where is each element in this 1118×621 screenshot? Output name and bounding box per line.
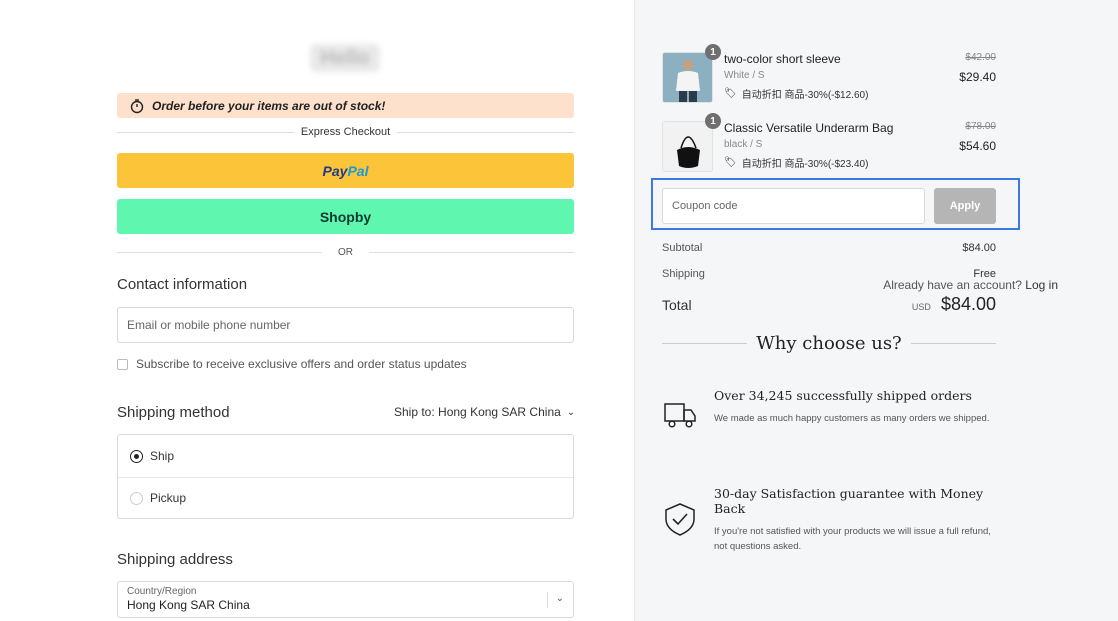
item-original-price: $78.00 (965, 121, 996, 132)
email-field[interactable]: Email or mobile phone number (117, 307, 574, 343)
item-discount-text: 自动折扣 商品-30%(-$23.40) (741, 159, 869, 170)
login-prompt: Already have an account? Log in (883, 278, 1058, 292)
or-divider: OR (117, 247, 574, 258)
item-variant: White / S (724, 70, 765, 81)
stock-warning-text: Order before your items are out of stock… (152, 98, 386, 113)
select-divider (547, 592, 548, 608)
tshirt-model-photo (662, 52, 713, 103)
item-price: $54.60 (959, 139, 996, 153)
shopby-button[interactable]: Shopby (117, 199, 574, 234)
coupon-input[interactable]: Coupon code (662, 188, 925, 224)
item-discount: 🏷 自动折扣 商品-30%(-$12.60) (724, 86, 868, 101)
shipping-address-title: Shipping address (117, 551, 233, 568)
cart-item: 1 two-color short sleeve White / S 🏷 自动折… (662, 44, 996, 104)
subscribe-row[interactable]: Subscribe to receive exclusive offers an… (117, 357, 467, 371)
country-value: Hong Kong SAR China (127, 598, 250, 612)
subscribe-label: Subscribe to receive exclusive offers an… (136, 357, 467, 371)
shipping-method-title: Shipping method (117, 404, 230, 421)
total-currency: USD (911, 302, 931, 312)
email-placeholder: Email or mobile phone number (127, 318, 291, 332)
paypal-logo-part1: Pay (322, 162, 348, 179)
total-amount: USD $84.00 (912, 294, 996, 315)
login-link[interactable]: Log in (1025, 278, 1058, 292)
feature-description: If you're not satisfied with your produc… (714, 526, 991, 552)
ship-radio[interactable] (130, 449, 143, 463)
item-discount: 🏷 自动折扣 商品-30%(-$23.40) (724, 155, 868, 170)
shopby-logo: Shopby (319, 208, 372, 225)
apply-coupon-button[interactable]: Apply (934, 188, 996, 224)
shipping-options: Ship Pickup (117, 434, 574, 519)
express-checkout-label: Express Checkout (300, 126, 391, 138)
pickup-radio[interactable] (130, 491, 143, 505)
shipping-value: Free (973, 268, 996, 280)
chevron-down-icon: ⌄ (555, 593, 564, 604)
item-price: $29.40 (959, 70, 996, 84)
quantity-badge: 1 (705, 113, 721, 129)
express-checkout-divider: Express Checkout (117, 126, 575, 138)
total-label: Total (662, 297, 692, 313)
subtotal-label: Subtotal (662, 242, 703, 254)
contact-info-title: Contact information (117, 276, 248, 293)
truck-icon (664, 403, 696, 428)
ship-to-value: Hong Kong SAR China (438, 405, 561, 419)
pickup-option[interactable]: Pickup (118, 477, 573, 518)
ship-to-label: Ship to: (394, 405, 435, 419)
total-value: $84.00 (940, 294, 996, 314)
shipping-label: Shipping (662, 268, 705, 280)
stopwatch-icon (130, 98, 144, 113)
paypal-logo-part2: Pal (347, 162, 369, 179)
why-choose-us-title: Why choose us? (756, 333, 902, 354)
item-name: Classic Versatile Underarm Bag (724, 121, 894, 135)
tshirt-model-icon (663, 53, 712, 102)
feature-description: We made as much happy customers as many … (714, 413, 990, 424)
country-label: Country/Region (127, 586, 197, 597)
bag-photo (662, 121, 713, 172)
subtotal-row: Subtotal $84.00 (662, 242, 996, 254)
stock-warning-banner: Order before your items are out of stock… (117, 93, 574, 118)
item-discount-text: 自动折扣 商品-30%(-$12.60) (741, 90, 869, 101)
ship-option-label: Ship (150, 449, 175, 463)
quantity-badge: 1 (705, 44, 721, 60)
country-select[interactable]: Country/Region Hong Kong SAR China ⌄ (117, 581, 574, 618)
item-name: two-color short sleeve (724, 52, 841, 66)
bag-icon (663, 122, 712, 171)
shipping-row: Shipping Free (662, 268, 996, 280)
or-label: OR (338, 247, 353, 258)
item-original-price: $42.00 (965, 52, 996, 63)
tag-icon: 🏷 (724, 157, 737, 168)
cart-item: 1 Classic Versatile Underarm Bag black /… (662, 113, 996, 173)
feature-title: Over 34,245 successfully shipped orders (714, 388, 972, 403)
chevron-down-icon: ⌄ (566, 406, 576, 418)
shield-check-icon (665, 503, 695, 536)
item-variant: black / S (724, 139, 763, 150)
ship-to-selector[interactable]: Ship to: Hong Kong SAR China ⌄ (394, 405, 575, 419)
subtotal-value: $84.00 (962, 242, 996, 254)
account-question: Already have an account? (883, 278, 1022, 292)
why-choose-us-heading: Why choose us? (662, 333, 996, 354)
ship-option[interactable]: Ship (118, 435, 573, 477)
store-logo[interactable]: Hello (310, 44, 380, 72)
coupon-placeholder: Coupon code (672, 200, 738, 212)
paypal-button[interactable]: Pay Pal (117, 153, 574, 188)
tag-icon: 🏷 (724, 88, 737, 99)
subscribe-checkbox[interactable] (117, 358, 128, 370)
feature-title: 30-day Satisfaction guarantee with Money… (714, 486, 984, 516)
pickup-option-label: Pickup (150, 491, 187, 505)
total-row: Total USD $84.00 (662, 294, 996, 315)
